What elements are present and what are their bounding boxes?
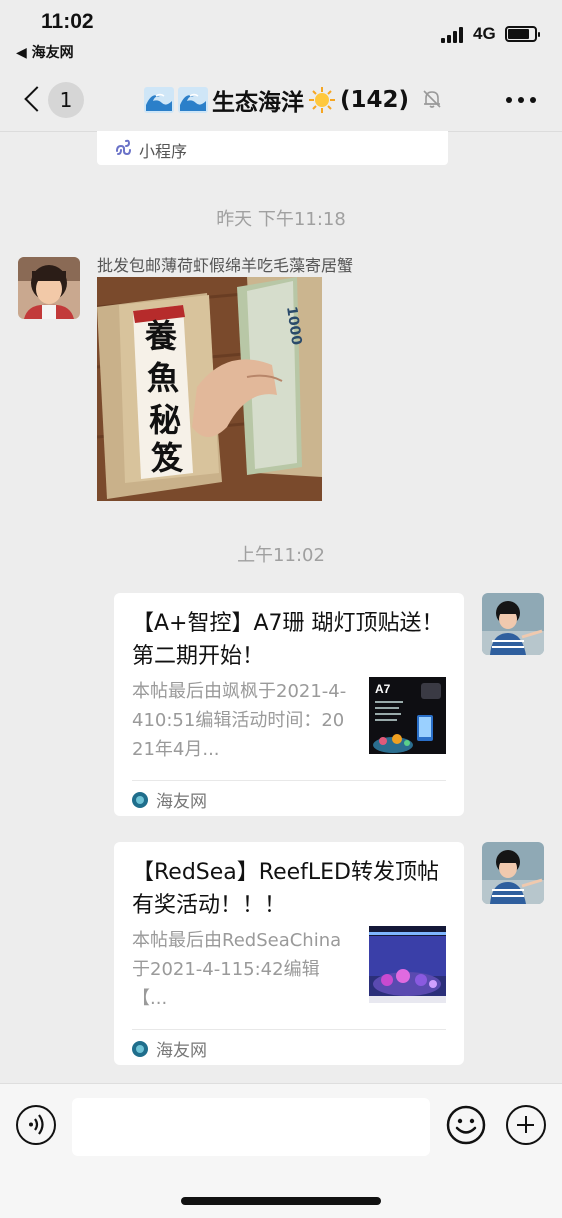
photo-book-char: 秘 [149,401,181,439]
card-thumbnail: A7 [369,677,446,754]
card-divider [132,1029,446,1030]
sender-message-text: 批发包邮薄荷虾假绵羊吃毛藻寄居蟹 [97,256,354,275]
timestamp: 昨天 下午11:18 [216,209,346,230]
back-to-app-link[interactable]: ◀ 海友网 [16,42,74,62]
signal-icon [441,27,467,43]
battery-icon [505,26,540,42]
avatar[interactable] [18,257,80,319]
link-card[interactable]: 【RedSea】ReefLED转发顶帖有奖活动！！！ 本帖最后由RedSeaCh… [114,842,464,1065]
photo-book-char: 魚 [147,359,179,397]
card-source: 海友网 [132,1036,207,1061]
chat-title-text: 生态海洋 [212,90,304,116]
message-image[interactable]: 養 魚 秘 笈 1000 [97,277,322,501]
chat-title[interactable]: 生态海洋 (142) [144,83,409,117]
card-source: 海友网 [132,787,207,812]
more-icon[interactable] [506,97,536,103]
avatar[interactable] [482,842,544,904]
plus-icon[interactable] [506,1105,546,1145]
sun-emoji-icon [309,87,335,113]
thumb-label: A7 [375,682,391,696]
back-icon[interactable] [22,84,44,114]
message-input[interactable] [72,1098,430,1156]
card-thumbnail [369,926,446,1003]
unread-badge[interactable]: 1 [48,82,84,118]
status-bar: 11:02 ◀ 海友网 4G [0,0,562,66]
voice-icon[interactable] [16,1105,56,1145]
site-logo-icon [132,791,148,808]
emoji-icon[interactable] [446,1105,486,1145]
card-source-label: 海友网 [156,792,207,812]
card-source-label: 海友网 [156,1041,207,1061]
mini-program-icon [116,139,131,156]
mini-program-label: 小程序 [139,142,188,161]
photo-book-char: 笈 [151,439,184,477]
wave-emoji-icon [178,87,208,113]
wave-emoji-icon [144,87,174,113]
card-description: 本帖最后由飒枫于2021-4-410:51编辑活动时间：2021年4月... [132,681,347,760]
card-divider [132,780,446,781]
card-description: 本帖最后由RedSeaChina于2021-4-115:42编辑【... [132,930,342,1009]
avatar[interactable] [482,593,544,655]
mute-bell-icon [423,90,441,108]
member-count: (142) [340,87,410,113]
card-title: 【A+智控】A7珊 瑚灯顶贴送！第二期开始！ [132,611,444,669]
network-type: 4G [473,24,496,43]
card-title: 【RedSea】ReefLED转发顶帖有奖活动！！！ [132,860,439,918]
site-logo-icon [132,1040,148,1057]
mini-program-card[interactable]: 小程序 [97,131,448,165]
chat-header: 1 生态海洋 (142) [0,66,562,132]
home-indicator [181,1197,381,1205]
timestamp: 上午11:02 [237,545,325,566]
photo-book-char: 養 [145,317,177,355]
link-card[interactable]: 【A+智控】A7珊 瑚灯顶贴送！第二期开始！ 本帖最后由飒枫于2021-4-41… [114,593,464,816]
status-time: 11:02 [41,10,94,33]
